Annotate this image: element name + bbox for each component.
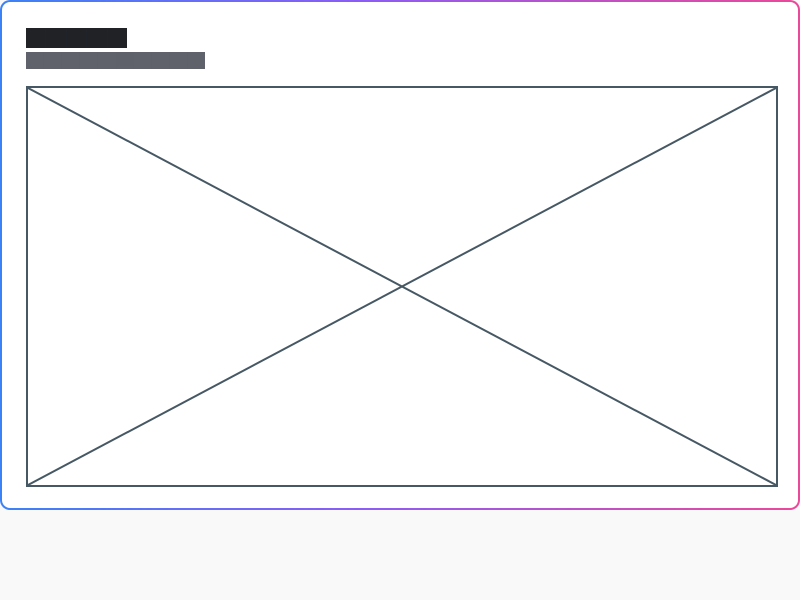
redacted-subtitle-segment [44, 52, 62, 69]
image-placeholder [26, 86, 778, 487]
redacted-subtitle-segment [80, 52, 98, 69]
redacted-title-segment [26, 28, 46, 48]
redacted-title-segment [107, 28, 128, 48]
redacted-subtitle-segment [133, 52, 151, 69]
redacted-subtitle-segment [169, 52, 187, 69]
redacted-subtitle-segment [187, 52, 205, 69]
redacted-title [26, 28, 128, 48]
redacted-subtitle-segment [26, 52, 44, 69]
gradient-card-frame [0, 0, 800, 510]
image-placeholder-icon [28, 88, 776, 485]
redacted-title-segment [46, 28, 66, 48]
redacted-title-segment [87, 28, 107, 48]
redacted-subtitle-segment [98, 52, 116, 69]
redacted-subtitle-segment [151, 52, 169, 69]
redacted-subtitle-underscore [116, 52, 133, 69]
redacted-subtitle [26, 52, 205, 69]
redacted-title-segment [66, 28, 87, 48]
content-card [2, 2, 798, 508]
redacted-subtitle-segment [62, 52, 80, 69]
